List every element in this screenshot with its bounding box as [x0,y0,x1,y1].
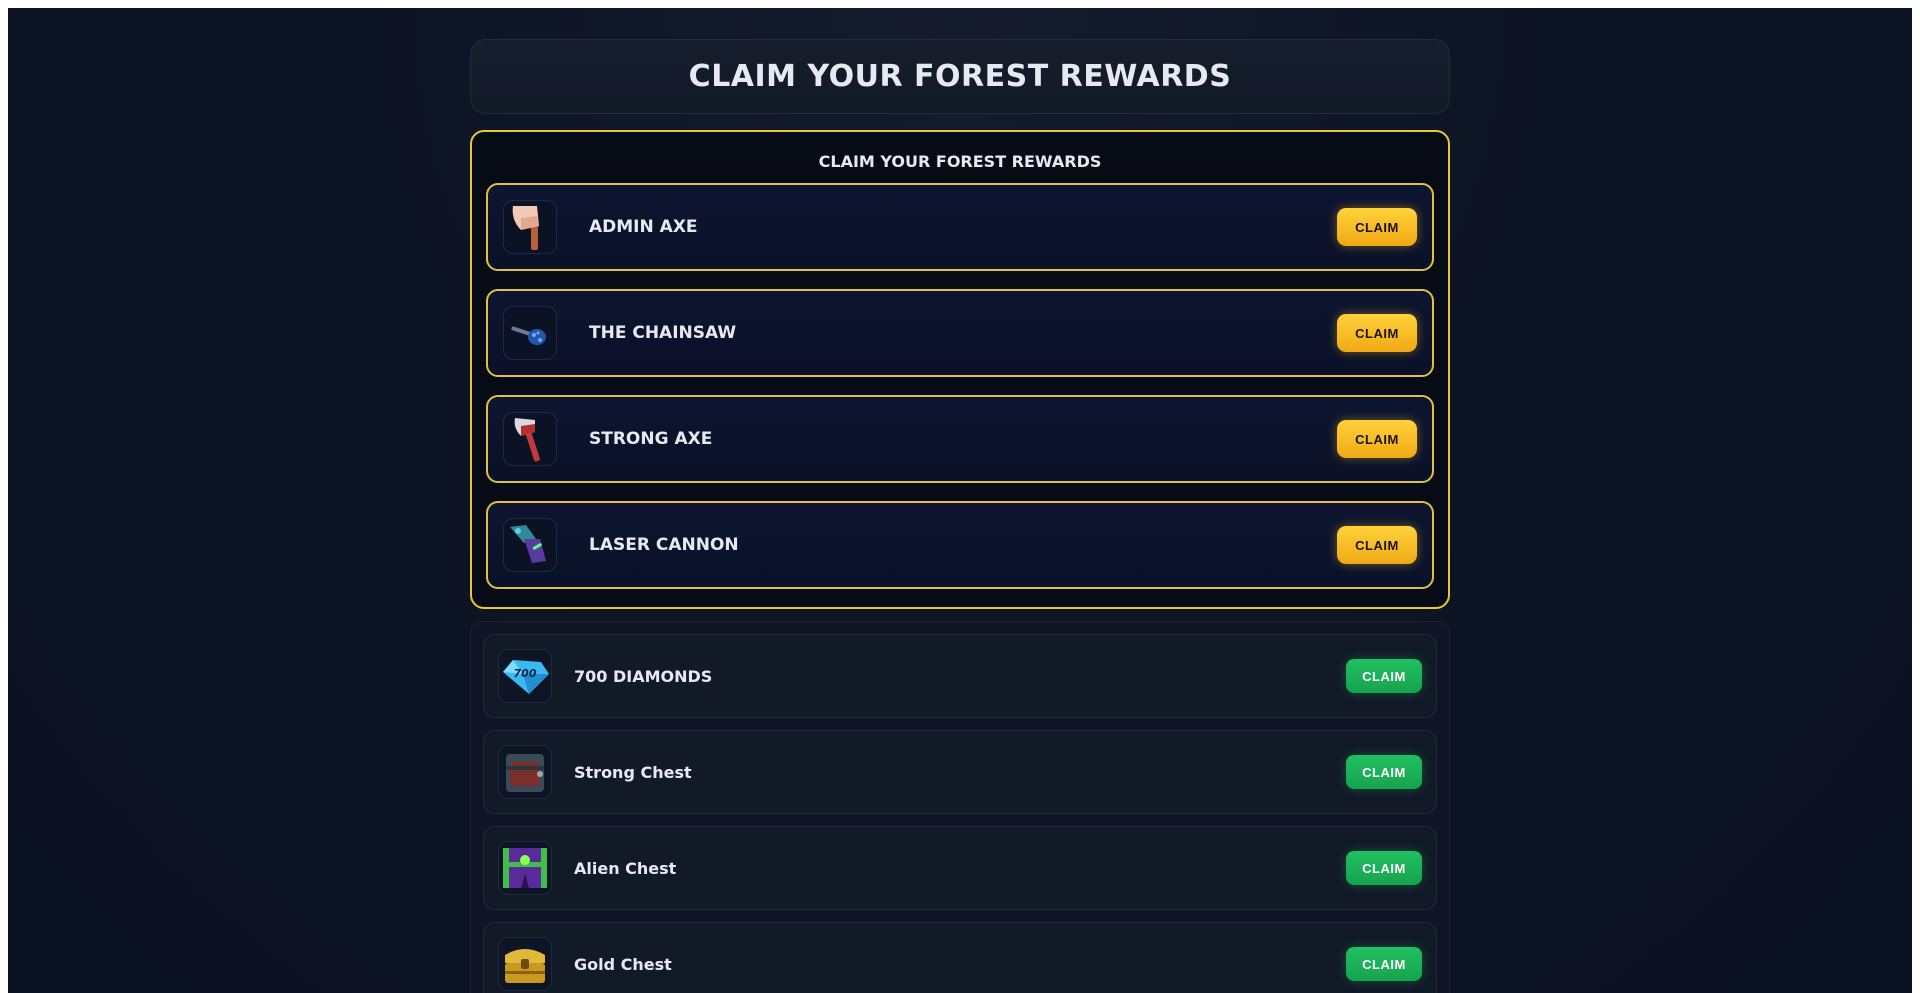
strong-chest-icon [498,745,552,799]
featured-panel-title: CLAIM YOUR FOREST REWARDS [818,152,1102,171]
claim-button[interactable]: CLAIM [1346,755,1422,789]
claim-button[interactable]: CLAIM [1346,947,1422,981]
featured-item-strong-axe: STRONG AXE CLAIM [486,395,1434,483]
page-title: CLAIM YOUR FOREST REWARDS [688,59,1232,94]
reward-item-gold-chest: Gold Chest CLAIM [483,922,1437,993]
featured-rewards-panel: CLAIM YOUR FOREST REWARDS ADMIN AXE CLAI… [470,130,1450,609]
reward-item-diamonds: 700 700 DIAMONDS CLAIM [483,634,1437,718]
rewards-column: CLAIM YOUR FOREST REWARDS CLAIM YOUR FOR… [470,39,1450,993]
reward-item-strong-chest: Strong Chest CLAIM [483,730,1437,814]
featured-item-name: ADMIN AXE [589,217,698,237]
claim-button[interactable]: CLAIM [1346,851,1422,885]
claim-button[interactable]: CLAIM [1337,420,1417,458]
reward-item-name: Strong Chest [574,762,692,782]
diamond-icon: 700 [498,649,552,703]
chainsaw-icon [503,306,557,360]
featured-item-name: THE CHAINSAW [589,323,737,343]
featured-item-name: LASER CANNON [589,535,739,555]
claim-button[interactable]: CLAIM [1337,208,1417,246]
reward-item-name: 700 DIAMONDS [574,666,713,686]
reward-item-name: Alien Chest [574,858,677,878]
page-background: CLAIM YOUR FOREST REWARDS CLAIM YOUR FOR… [8,8,1912,993]
page-header: CLAIM YOUR FOREST REWARDS [470,39,1450,114]
reward-item-name: Gold Chest [574,954,672,974]
featured-item-admin-axe: ADMIN AXE CLAIM [486,183,1434,271]
alien-chest-icon [498,841,552,895]
featured-item-laser-cannon: LASER CANNON CLAIM [486,501,1434,589]
claim-button[interactable]: CLAIM [1346,659,1422,693]
claim-button[interactable]: CLAIM [1337,526,1417,564]
reward-item-alien-chest: Alien Chest CLAIM [483,826,1437,910]
laser-cannon-icon [503,518,557,572]
featured-item-chainsaw: THE CHAINSAW CLAIM [486,289,1434,377]
admin-axe-icon [503,200,557,254]
strong-axe-icon [503,412,557,466]
diamond-badge: 700 [514,667,537,680]
claim-button[interactable]: CLAIM [1337,314,1417,352]
featured-item-name: STRONG AXE [589,429,713,449]
rewards-list: 700 700 DIAMONDS CLAIM Strong Chest CLAI… [470,621,1450,993]
gold-chest-icon [498,937,552,991]
